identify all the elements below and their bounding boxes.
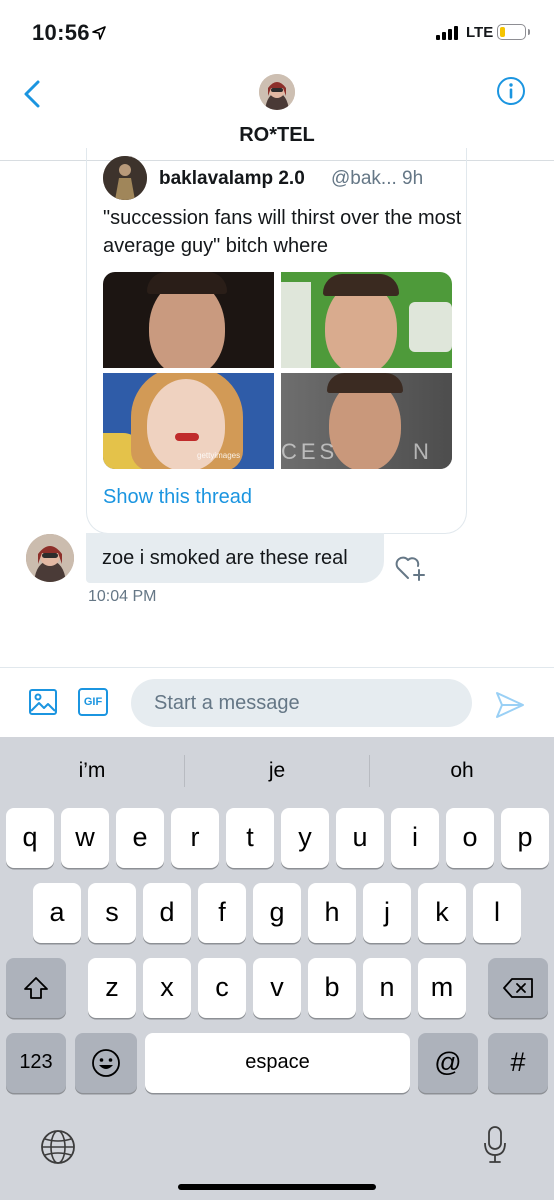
message-input[interactable] [131,679,472,727]
emoji-key[interactable] [75,1033,137,1093]
conversation-header: RO*TEL [0,62,554,161]
tweet-age: 9h [402,168,424,189]
key-c[interactable]: c [198,958,246,1018]
key-w[interactable]: w [61,808,109,868]
shared-tweet-card[interactable]: baklavalamp 2.0 @bak... 9h "succession f… [86,148,467,534]
conversation-avatar[interactable] [259,74,295,110]
key-a[interactable]: a [33,883,81,943]
key-f[interactable]: f [198,883,246,943]
heart-plus-icon[interactable] [394,552,426,582]
microphone-icon[interactable] [482,1125,508,1165]
battery-icon [497,24,530,40]
tweet-text: "succession fans will thirst over the mo… [103,207,462,257]
gif-button[interactable]: GIF [78,688,108,716]
shift-key[interactable] [6,958,66,1018]
numbers-key[interactable]: 123 [6,1033,66,1093]
suggestion-1[interactable]: i’m [0,759,184,783]
watermark-getty: gettyimages [197,451,241,460]
key-x[interactable]: x [143,958,191,1018]
tweet-handle-text: @bak... [331,168,397,189]
status-time: 10:56 [32,20,90,45]
key-d[interactable]: d [143,883,191,943]
signal-strength-icon [436,26,460,40]
watermark-ces-left: CES [281,439,339,464]
key-l[interactable]: l [473,883,521,943]
key-h[interactable]: h [308,883,356,943]
suggestion-3[interactable]: oh [370,759,554,783]
image-icon[interactable] [28,688,58,716]
space-key[interactable]: espace [145,1033,410,1093]
info-icon[interactable] [496,76,526,106]
tweet-author-name: baklavalamp 2.0 [159,168,305,189]
tweet-image-1[interactable] [103,272,274,368]
key-j[interactable]: j [363,883,411,943]
network-type: LTE [466,24,494,41]
tweet-image-2[interactable] [281,272,452,368]
tweet-author-avatar[interactable] [103,156,147,200]
key-z[interactable]: z [88,958,136,1018]
emoji-icon [92,1049,120,1077]
key-b[interactable]: b [308,958,356,1018]
globe-icon[interactable] [40,1129,76,1165]
shift-icon [24,977,48,999]
key-q[interactable]: q [6,808,54,868]
key-e[interactable]: e [116,808,164,868]
backspace-icon [503,978,533,998]
tweet-image-3[interactable]: gettyimages [103,373,274,469]
tweet-image-grid: gettyimages CES N [103,272,452,469]
suggestion-bar: i’m je oh [0,737,554,803]
key-o[interactable]: o [446,808,494,868]
back-chevron-icon[interactable] [18,76,48,112]
message-timestamp: 10:04 PM [88,588,157,605]
hash-key[interactable]: # [488,1033,548,1093]
message-list: baklavalamp 2.0 @bak... 9h "succession f… [0,148,554,666]
key-i[interactable]: i [391,808,439,868]
key-p[interactable]: p [501,808,549,868]
key-y[interactable]: y [281,808,329,868]
key-k[interactable]: k [418,883,466,943]
message-composer: GIF [0,667,554,737]
delete-key[interactable] [488,958,548,1018]
keyboard: i’m je oh q w e r t y u i o p a s d f g … [0,737,554,1200]
key-n[interactable]: n [363,958,411,1018]
status-bar: 10:56 LTE [0,0,554,62]
send-icon[interactable] [494,690,526,720]
key-r[interactable]: r [171,808,219,868]
suggestion-2[interactable]: je [185,759,369,783]
key-v[interactable]: v [253,958,301,1018]
location-arrow-icon [92,26,106,40]
message-bubble[interactable]: zoe i smoked are these real [86,533,384,583]
conversation-title: RO*TEL [239,124,315,146]
key-m[interactable]: m [418,958,466,1018]
watermark-ces-right: N [413,439,429,464]
key-u[interactable]: u [336,808,384,868]
show-thread-link[interactable]: Show this thread [103,486,252,509]
key-t[interactable]: t [226,808,274,868]
sender-avatar[interactable] [26,534,74,582]
tweet-image-4[interactable]: CES N [281,373,452,469]
home-indicator[interactable] [178,1184,376,1190]
tweet-author-handle: @bak... 9h [331,168,423,190]
key-g[interactable]: g [253,883,301,943]
key-s[interactable]: s [88,883,136,943]
at-key[interactable]: @ [418,1033,478,1093]
